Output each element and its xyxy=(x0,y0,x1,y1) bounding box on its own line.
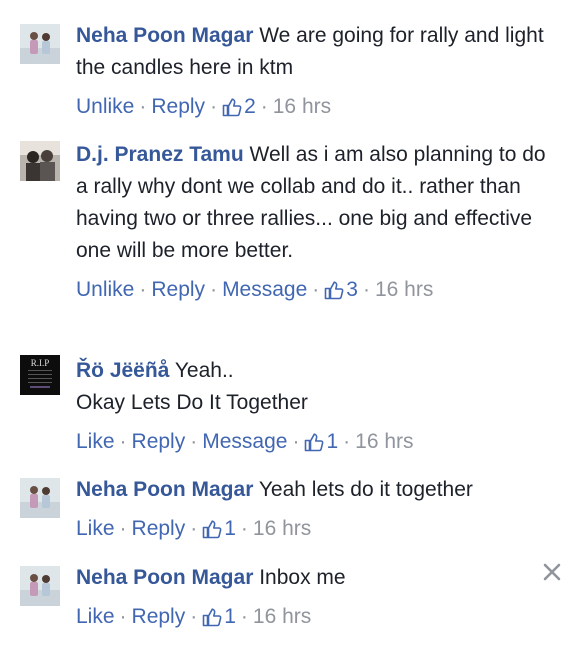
separator: · xyxy=(119,430,127,453)
comment-text: Neha Poon Magar We are going for rally a… xyxy=(76,20,560,84)
comment-text: Neha Poon Magar Inbox me xyxy=(76,562,560,594)
comment-actions: Like · Reply · 1 · 16 hrs xyxy=(76,603,560,631)
comment-message: Yeah lets do it together xyxy=(258,478,473,501)
reply-link[interactable]: Reply xyxy=(151,95,205,118)
separator: · xyxy=(139,278,147,301)
timestamp[interactable]: 16 hrs xyxy=(355,430,413,453)
thumbs-up-icon xyxy=(222,98,242,117)
separator: · xyxy=(119,517,127,540)
like-count[interactable]: 1 xyxy=(202,517,236,540)
timestamp[interactable]: 16 hrs xyxy=(253,605,311,628)
avatar[interactable] xyxy=(20,24,60,64)
separator: · xyxy=(190,430,198,453)
comment-text: Neha Poon Magar Yeah lets do it together xyxy=(76,474,560,506)
comment-author[interactable]: Neha Poon Magar xyxy=(76,24,253,47)
separator: · xyxy=(362,278,370,301)
thumbs-up-icon xyxy=(202,520,222,539)
message-link[interactable]: Message xyxy=(222,278,307,301)
separator: · xyxy=(343,430,351,453)
separator: · xyxy=(190,517,198,540)
comment-actions: Unlike · Reply · Message · 3 · 16 hrs xyxy=(76,276,560,304)
like-count[interactable]: 3 xyxy=(324,278,358,301)
comment-author[interactable]: Neha Poon Magar xyxy=(76,566,253,589)
separator: · xyxy=(210,278,218,301)
avatar[interactable] xyxy=(20,478,60,518)
like-count[interactable]: 1 xyxy=(304,430,338,453)
separator: · xyxy=(260,95,268,118)
separator: · xyxy=(240,517,248,540)
comment-actions: Like · Reply · Message · 1 · 16 hrs xyxy=(76,428,560,456)
like-count-value: 1 xyxy=(224,605,236,628)
comment-message: Inbox me xyxy=(259,566,346,589)
avatar[interactable] xyxy=(20,141,60,181)
close-icon[interactable] xyxy=(542,562,562,582)
like-count[interactable]: 2 xyxy=(222,95,256,118)
like-count-value: 1 xyxy=(326,430,339,453)
comment-actions: Like · Reply · 1 · 16 hrs xyxy=(76,515,560,543)
unlike-link[interactable]: Unlike xyxy=(76,278,134,301)
like-link[interactable]: Like xyxy=(76,430,115,453)
separator: · xyxy=(139,95,147,118)
comment-actions: Unlike · Reply · 2 · 16 hrs xyxy=(76,93,560,121)
comment-author[interactable]: Řö Jëëñå xyxy=(76,359,169,382)
avatar[interactable]: R.I.P xyxy=(20,355,60,395)
reply-link[interactable]: Reply xyxy=(151,278,205,301)
separator: · xyxy=(190,605,198,628)
timestamp[interactable]: 16 hrs xyxy=(375,278,433,301)
reply-link[interactable]: Reply xyxy=(132,430,186,453)
like-count-value: 2 xyxy=(244,95,256,118)
comment-message: Yeah.. xyxy=(174,359,234,382)
thumbs-up-icon xyxy=(324,281,344,300)
separator: · xyxy=(292,430,300,453)
like-link[interactable]: Like xyxy=(76,605,115,628)
like-count-value: 1 xyxy=(224,517,236,540)
like-count[interactable]: 1 xyxy=(202,605,236,628)
like-count-value: 3 xyxy=(346,278,358,301)
avatar-text: R.I.P xyxy=(30,358,50,368)
separator: · xyxy=(119,605,127,628)
separator: · xyxy=(312,278,320,301)
separator: · xyxy=(210,95,218,118)
comment-author[interactable]: D.j. Pranez Tamu xyxy=(76,143,244,166)
unlike-link[interactable]: Unlike xyxy=(76,95,134,118)
reply-link[interactable]: Reply xyxy=(132,605,186,628)
message-link[interactable]: Message xyxy=(202,430,287,453)
timestamp[interactable]: 16 hrs xyxy=(273,95,331,118)
comment-author[interactable]: Neha Poon Magar xyxy=(76,478,253,501)
comment-text: D.j. Pranez Tamu Well as i am also plann… xyxy=(76,139,560,267)
timestamp[interactable]: 16 hrs xyxy=(253,517,311,540)
thumbs-up-icon xyxy=(202,608,222,627)
separator: · xyxy=(240,605,248,628)
comment-text: Řö Jëëñå Yeah.. Okay Lets Do It Together xyxy=(76,355,560,419)
comment-message-line2: Okay Lets Do It Together xyxy=(76,391,308,414)
thumbs-up-icon xyxy=(305,433,324,452)
reply-link[interactable]: Reply xyxy=(132,517,186,540)
avatar[interactable] xyxy=(20,566,60,606)
like-link[interactable]: Like xyxy=(76,517,115,540)
